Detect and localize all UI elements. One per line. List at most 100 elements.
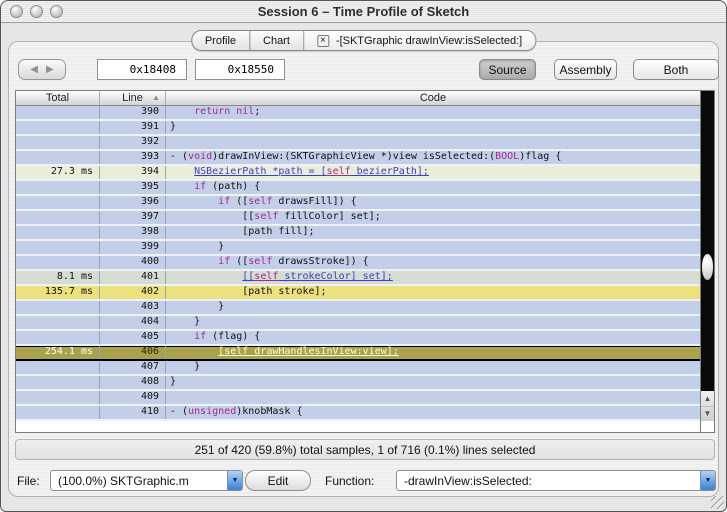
title-bar: Session 6 – Time Profile of Sketch	[1, 1, 726, 23]
cell-line: 392	[100, 136, 166, 149]
edit-button[interactable]: Edit	[245, 470, 311, 491]
table-row[interactable]: 8.1 ms 401 [[self strokeColor] set];	[16, 271, 700, 286]
both-view-button[interactable]: Both	[633, 59, 719, 80]
cell-line: 405	[100, 331, 166, 344]
tab-chart[interactable]: Chart	[250, 31, 304, 50]
assembly-view-button[interactable]: Assembly	[554, 59, 617, 80]
cell-total	[16, 241, 100, 254]
close-tab-icon[interactable]: ×	[316, 34, 329, 47]
cell-total	[16, 376, 100, 389]
cell-line: 404	[100, 316, 166, 329]
function-label: Function:	[325, 474, 375, 488]
column-header-total[interactable]: Total	[16, 91, 100, 105]
cell-total	[16, 331, 100, 344]
cell-total: 27.3 ms	[16, 166, 100, 179]
table-row[interactable]: 404 }	[16, 316, 700, 331]
table-row[interactable]: 254.1 ms 406 [self drawHandlesInView:view…	[16, 346, 700, 361]
tab-symbol[interactable]: × -[SKTGraphic drawInView:isSelected:]	[303, 31, 536, 50]
table-row[interactable]: 400 if ([self drawsStroke]) {	[16, 256, 700, 271]
table-row[interactable]: 408}	[16, 376, 700, 391]
hotspot-scrollbar: ▲ ▼	[700, 91, 714, 432]
address-end-field[interactable]	[195, 59, 285, 80]
cell-total	[16, 256, 100, 269]
cell-code: if (flag) {	[194, 331, 261, 342]
function-popup-value: -drawInView:isSelected:	[404, 473, 532, 488]
scrollbar-track[interactable]	[701, 91, 714, 391]
code-table: Total Line ▲ Code 390 return nil; 391} 392…	[15, 90, 715, 433]
cell-total	[16, 406, 100, 419]
table-row[interactable]: 410 - (unsigned)knobMask {	[16, 406, 700, 421]
table-row[interactable]: 391}	[16, 121, 700, 136]
tab-label: Profile	[204, 34, 237, 47]
cell-line: 407	[100, 361, 166, 374]
cell-line: 401	[100, 271, 166, 284]
table-row[interactable]: 395 if (path) {	[16, 181, 700, 196]
dropdown-arrow-icon[interactable]: ▼	[700, 471, 715, 490]
resize-grip-icon[interactable]	[711, 496, 724, 509]
cell-line: 403	[100, 301, 166, 314]
table-row[interactable]: 393 - (void)drawInView:(SKTGraphicView *)…	[16, 151, 700, 166]
status-text: 251 of 420 (59.8%) total samples, 1 of 7…	[194, 442, 536, 457]
table-row[interactable]: 390 return nil;	[16, 106, 700, 121]
dropdown-arrow-icon[interactable]: ▼	[227, 471, 242, 490]
cell-total	[16, 136, 100, 149]
cell-total: 254.1 ms	[16, 346, 100, 359]
cell-code: [[self fillColor] set];	[170, 211, 381, 222]
cell-code: [path fill];	[170, 226, 315, 237]
file-label: File:	[17, 474, 40, 488]
table-row[interactable]: 396 if ([self drawsFill]) {	[16, 196, 700, 211]
address-start-field[interactable]	[97, 59, 187, 80]
cell-line: 399	[100, 241, 166, 254]
table-row[interactable]: 398 [path fill];	[16, 226, 700, 241]
table-row[interactable]: 399 }	[16, 241, 700, 256]
scrollbar-arrows: ▲ ▼	[701, 391, 714, 421]
column-label: Line	[122, 92, 143, 104]
cell-line: 395	[100, 181, 166, 194]
cell-code: if ([self drawsFill]) {	[218, 196, 357, 207]
cell-code: }	[170, 241, 225, 252]
cell-code	[166, 136, 700, 149]
function-popup[interactable]: -drawInView:isSelected: ▼	[396, 470, 716, 491]
cell-total: 8.1 ms	[16, 271, 100, 284]
sort-ascending-icon: ▲	[152, 93, 160, 102]
cell-code: - (unsigned)knobMask {	[170, 406, 303, 417]
column-header-line[interactable]: Line ▲	[100, 91, 166, 105]
table-row[interactable]: 407 }	[16, 361, 700, 376]
code-table-body: 390 return nil; 391} 392 393- (void)drawInV…	[16, 106, 700, 421]
cell-total	[16, 361, 100, 374]
cell-line: 391	[100, 121, 166, 134]
cell-code: }	[170, 301, 225, 312]
table-row[interactable]: 27.3 ms 394 NSBezierPath *path = [self be…	[16, 166, 700, 181]
table-row[interactable]: 397 [[self fillColor] set];	[16, 211, 700, 226]
cell-line: 410	[100, 406, 166, 419]
forward-arrow-icon[interactable]: ▶	[46, 64, 54, 75]
table-row[interactable]: 392	[16, 136, 700, 151]
button-label: Assembly	[559, 62, 612, 77]
tab-profile[interactable]: Profile	[192, 31, 251, 50]
history-nav-buttons[interactable]: ◀ ▶	[18, 59, 66, 80]
cell-total	[16, 391, 100, 404]
cell-line: 398	[100, 226, 166, 239]
cell-line: 402	[100, 286, 166, 299]
table-row[interactable]: 405 if (flag) {	[16, 331, 700, 346]
scrollbar-thumb[interactable]	[702, 254, 713, 280]
cell-total	[16, 151, 100, 164]
table-row[interactable]: 403 }	[16, 301, 700, 316]
cell-line: 396	[100, 196, 166, 209]
tab-label: Chart	[263, 34, 290, 47]
scroll-down-button[interactable]: ▼	[701, 407, 714, 422]
cell-line: 400	[100, 256, 166, 269]
table-row[interactable]: 409	[16, 391, 700, 406]
table-row[interactable]: 135.7 ms 402 [path stroke];	[16, 286, 700, 301]
table-header: Total Line ▲ Code	[16, 91, 700, 106]
scroll-up-button[interactable]: ▲	[701, 391, 714, 407]
cell-line: 394	[100, 166, 166, 179]
cell-code: }	[170, 361, 201, 372]
source-view-button[interactable]: Source	[479, 59, 536, 80]
back-arrow-icon[interactable]: ◀	[30, 64, 38, 75]
cell-line: 390	[100, 106, 166, 119]
file-popup[interactable]: (100.0%) SKTGraphic.m ▼	[50, 470, 243, 491]
column-header-code[interactable]: Code	[166, 91, 700, 105]
cell-code: [[self strokeColor] set];	[242, 271, 393, 282]
cell-total	[16, 316, 100, 329]
